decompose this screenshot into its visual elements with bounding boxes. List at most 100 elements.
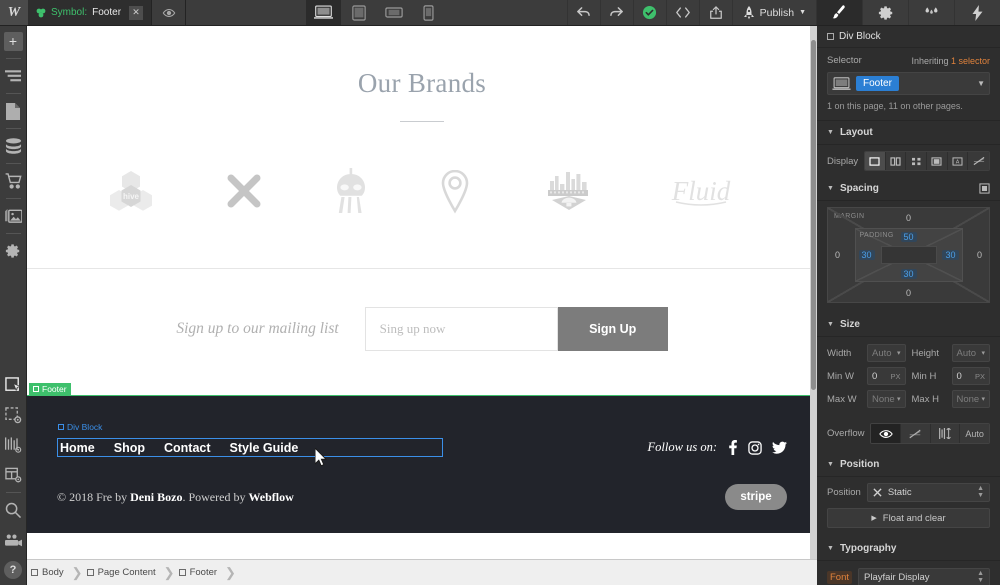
undo-icon[interactable]	[566, 0, 600, 25]
display-inline-block-option[interactable]	[927, 152, 948, 170]
max-width-input[interactable]: None ▾	[867, 390, 906, 408]
x-logo[interactable]	[224, 171, 264, 211]
code-icon[interactable]	[665, 0, 699, 25]
padding-bottom-value[interactable]: 30	[900, 268, 917, 279]
selector-chip[interactable]: Footer	[856, 76, 899, 91]
facebook-icon[interactable]	[727, 440, 738, 455]
position-section-header[interactable]: ▼ Position	[817, 453, 1000, 477]
typography-section-header[interactable]: ▼ Typography	[817, 537, 1000, 561]
canvas-scrollbar[interactable]	[810, 26, 817, 559]
footer-nav[interactable]: Home Shop Contact Style Guide	[57, 438, 443, 457]
margin-left-value[interactable]: 0	[835, 250, 840, 260]
breakpoint-tablet-landscape[interactable]	[376, 0, 412, 25]
display-none-option[interactable]	[968, 152, 989, 170]
twitter-icon[interactable]	[772, 441, 787, 454]
breadcrumb-item-page-content[interactable]: Page Content	[83, 560, 164, 585]
ecommerce-icon[interactable]	[0, 166, 27, 196]
instagram-icon[interactable]	[748, 440, 762, 455]
style-panel: Div Block Selector Inheriting 1 selector…	[817, 26, 1000, 585]
style-panel-button[interactable]	[816, 0, 863, 25]
skull-logo[interactable]	[334, 168, 368, 214]
select-tool-icon[interactable]	[0, 370, 27, 400]
breadcrumb-item-footer[interactable]: Footer	[175, 560, 225, 585]
layout-preview-icon[interactable]	[0, 460, 27, 490]
min-height-value: 0	[956, 370, 962, 382]
height-input[interactable]: Auto ▾	[951, 344, 990, 362]
settings-panel-button[interactable]	[862, 0, 909, 25]
padding-top-value[interactable]: 50	[900, 231, 917, 242]
breakpoint-tablet[interactable]	[341, 0, 377, 25]
breakpoint-desktop[interactable]	[306, 0, 342, 25]
padding-left-value[interactable]: 30	[858, 250, 875, 260]
min-width-value: 0	[872, 370, 878, 382]
footer-block[interactable]: Div Block Home Shop Contact Style Guide …	[27, 395, 817, 533]
min-height-input[interactable]: 0 PX	[951, 367, 990, 385]
copyright-author: Deni Bozo	[130, 489, 183, 504]
spacing-settings-icon[interactable]	[979, 183, 990, 194]
saved-check-icon[interactable]	[632, 0, 666, 25]
design-canvas[interactable]: Our Brands hive Fluid Sign up to our mai…	[27, 26, 817, 559]
size-section-header[interactable]: ▼ Size	[817, 313, 1000, 337]
export-icon[interactable]	[698, 0, 732, 25]
nav-link-home[interactable]: Home	[60, 441, 95, 455]
city-logo[interactable]	[542, 168, 596, 214]
breadcrumb-item-body[interactable]: Body	[27, 560, 72, 585]
overflow-hidden-option[interactable]	[901, 424, 931, 443]
padding-box[interactable]: PADDING 50 30 30 30	[854, 228, 963, 282]
marquee-icon[interactable]	[0, 400, 27, 430]
breakpoint-mobile[interactable]	[411, 0, 447, 25]
layout-section-header[interactable]: ▼ Layout	[817, 121, 1000, 145]
max-height-input[interactable]: None ▾	[951, 390, 990, 408]
min-width-input[interactable]: 0 PX	[867, 367, 906, 385]
margin-bottom-value[interactable]: 0	[906, 288, 911, 298]
nav-link-style-guide[interactable]: Style Guide	[230, 441, 299, 455]
symbol-tab[interactable]: Symbol: Footer ✕	[28, 0, 153, 25]
effects-panel-button[interactable]	[954, 0, 1000, 25]
interactions-icon[interactable]	[0, 430, 27, 460]
margin-right-value[interactable]: 0	[977, 250, 982, 260]
display-flex-option[interactable]	[885, 152, 907, 170]
selector-field[interactable]: Footer ▼	[827, 72, 990, 95]
display-inline-option[interactable]: A	[947, 152, 969, 170]
nav-link-contact[interactable]: Contact	[164, 441, 211, 455]
search-icon[interactable]	[0, 495, 27, 525]
font-select[interactable]: Playfair Display ▲ ▼	[858, 568, 990, 585]
spacing-section-header[interactable]: ▼ Spacing	[817, 177, 1000, 201]
sign-up-button[interactable]: Sign Up	[557, 307, 668, 351]
overflow-scroll-option[interactable]	[930, 424, 961, 443]
pages-icon[interactable]	[0, 96, 27, 126]
publish-button[interactable]: Publish ▼	[731, 0, 817, 25]
close-icon[interactable]: ✕	[129, 5, 144, 20]
cms-icon[interactable]	[0, 131, 27, 161]
redo-icon[interactable]	[599, 0, 633, 25]
settings-icon[interactable]	[0, 236, 27, 266]
email-field[interactable]: Sing up now	[364, 307, 558, 351]
stripe-button[interactable]: stripe	[725, 484, 787, 510]
preview-eye-icon[interactable]	[152, 0, 187, 25]
display-block-option[interactable]	[865, 152, 886, 170]
overflow-auto-option[interactable]: Auto	[960, 424, 989, 443]
navigator-icon[interactable]	[0, 61, 27, 91]
nav-link-shop[interactable]: Shop	[114, 441, 145, 455]
display-grid-option[interactable]	[906, 152, 928, 170]
chevron-down-icon[interactable]: ▼	[977, 79, 985, 88]
position-select[interactable]: Static ▲ ▼	[866, 483, 990, 502]
hive-logo[interactable]: hive	[108, 168, 154, 214]
interactions-panel-button[interactable]	[908, 0, 955, 25]
float-and-clear-button[interactable]: ▶ Float and clear	[827, 508, 990, 528]
assets-icon[interactable]	[0, 201, 27, 231]
add-icon[interactable]: +	[0, 26, 27, 56]
padding-right-value[interactable]: 30	[942, 250, 959, 260]
fluid-logo[interactable]: Fluid	[666, 171, 736, 211]
width-input[interactable]: Auto ▾	[867, 344, 906, 362]
overflow-visible-option[interactable]	[871, 424, 902, 443]
webflow-logo[interactable]: W	[0, 0, 28, 25]
inheriting-count: 1 selector	[950, 55, 990, 66]
margin-box[interactable]: MARGIN 0 0 0 0 PADDING 50 30 30 30	[827, 207, 990, 303]
lessons-icon[interactable]	[0, 525, 27, 555]
margin-top-value[interactable]: 0	[906, 213, 911, 223]
scrollbar-thumb[interactable]	[811, 40, 816, 390]
help-icon[interactable]: ?	[0, 555, 27, 585]
overflow-options: Auto	[870, 423, 990, 444]
pin-logo[interactable]	[438, 168, 472, 214]
